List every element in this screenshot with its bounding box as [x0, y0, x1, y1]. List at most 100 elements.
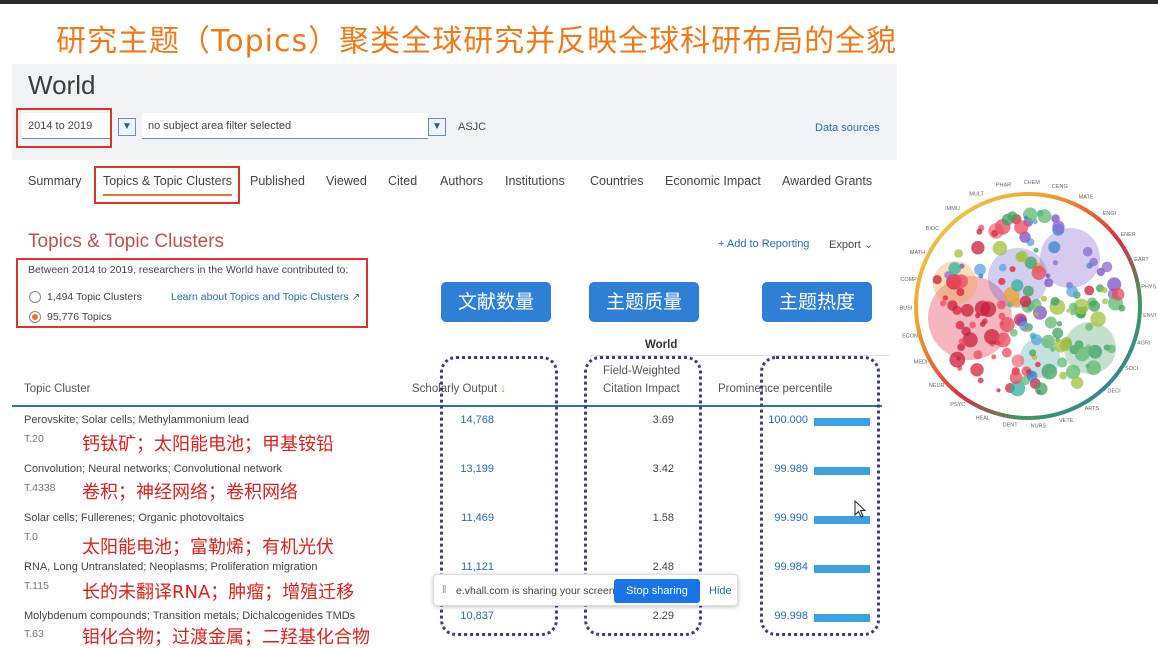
mouse-cursor-icon [854, 500, 866, 518]
row-code: T.20 [24, 433, 44, 445]
wheel-bubble [1102, 298, 1108, 305]
export-label: Export [829, 239, 861, 251]
row-topic[interactable]: Molybdenum compounds; Transition metals;… [24, 610, 355, 622]
wheel-bubble [940, 300, 947, 307]
wheel-bubble [976, 228, 983, 235]
wheel-label: BIOC [926, 226, 939, 232]
wheel-bubble [973, 350, 983, 360]
wheel-bubble [1066, 285, 1078, 298]
wheel-bubble [955, 320, 965, 330]
tab-published[interactable]: Published [250, 174, 305, 188]
row-translation: 钼化合物；过渡金属；二羟基化合物 [82, 627, 370, 648]
tab-countries[interactable]: Countries [590, 174, 644, 188]
row-code: T.63 [24, 628, 44, 640]
wheel-bubble [1007, 211, 1018, 222]
wheel-bubble [1011, 354, 1025, 368]
chevron-down-icon: ⌄ [863, 239, 874, 251]
tab-viewed[interactable]: Viewed [326, 174, 367, 188]
wheel-bubble [991, 354, 997, 360]
wheel-bubble [996, 300, 1006, 310]
drag-handle-icon[interactable]: ‖ [442, 584, 447, 596]
wheel-bubble [970, 363, 984, 377]
subject-filter-select[interactable]: no subject area filter selected [142, 113, 428, 139]
wheel-bubble [960, 303, 974, 317]
wheel-label: PSYC [950, 402, 965, 408]
row-code: T.4338 [24, 482, 56, 494]
wheel-bubble [1011, 279, 1024, 292]
wheel-bubble [1086, 360, 1101, 376]
wheel-bubble [1057, 357, 1068, 368]
wheel-bubble [1101, 287, 1108, 294]
wheel-bubble [962, 332, 978, 348]
topic-wheel-visualization[interactable]: BIOC IMMU MULT PHAR CHEM CENG MATE ENGI ENER EART… [900, 168, 1158, 430]
wheel-bubble [1034, 382, 1048, 396]
wheel-bubble [1026, 370, 1038, 382]
screen-share-bar: ‖ e.vhall.com is sharing your screen. St… [433, 574, 738, 606]
radio-topic-clusters[interactable] [29, 291, 41, 303]
row-translation: 长的未翻译RNA；肿瘤；增殖迁移 [82, 582, 355, 603]
wheel-bubble [1082, 246, 1093, 257]
wheel-label: IMMU [945, 206, 960, 212]
row-topic[interactable]: Convolution; Neural networks; Convolutio… [24, 463, 282, 475]
wheel-bubble [1041, 363, 1058, 380]
wheel-bubble [1111, 287, 1125, 301]
stop-sharing-button[interactable]: Stop sharing [614, 579, 700, 603]
wheel-bubble [1059, 371, 1068, 380]
wheel-label: EART [1134, 257, 1149, 263]
world-header-panel [12, 64, 897, 160]
wheel-label: MULT [969, 191, 984, 197]
wheel-bubble [1088, 300, 1100, 312]
data-sources-link[interactable]: Data sources [815, 122, 880, 134]
wheel-bubble [978, 273, 984, 279]
hide-button[interactable]: Hide [709, 585, 732, 597]
wheel-bubble [1037, 209, 1052, 224]
wheel-bubble [969, 321, 976, 329]
slide-title: 研究主题（Topics）聚类全球研究并反映全球科研布局的全貌 [56, 24, 898, 59]
wheel-label: CHEM [1024, 180, 1041, 186]
row-topic[interactable]: Perovskite; Solar cells; Methylammonium … [24, 414, 249, 426]
wheel-bubble [999, 263, 1007, 272]
wheel-bubble [1054, 339, 1068, 353]
row-translation: 太阳能电池；富勒烯；有机光伏 [82, 537, 334, 558]
wheel-bubble [1089, 257, 1098, 267]
wheel-bubble [956, 287, 965, 297]
wheel-bubble [1030, 298, 1042, 310]
tab-cited[interactable]: Cited [388, 174, 417, 188]
wheel-bubble [1014, 220, 1029, 235]
wheel-bubble [1044, 278, 1054, 288]
export-button[interactable]: Export ⌄ [829, 238, 873, 251]
wheel-label: DENT [1003, 423, 1019, 429]
topics-tab-highlight [94, 166, 240, 204]
wheel-label: NEUR [929, 383, 945, 389]
tab-economic-impact[interactable]: Economic Impact [665, 174, 761, 188]
row-topic[interactable]: Solar cells; Fullerenes; Organic photovo… [24, 512, 244, 524]
wheel-bubble [1019, 295, 1032, 308]
wheel-bubble [954, 249, 963, 258]
learn-topics-link[interactable]: Learn about Topics and Topic Clusters ↗ [171, 291, 360, 303]
wheel-bubble [1096, 267, 1105, 277]
wheel-bubble [1107, 344, 1116, 354]
tab-institutions[interactable]: Institutions [505, 174, 565, 188]
add-to-reporting-link[interactable]: + Add to Reporting [718, 238, 809, 250]
wheel-bubble [1009, 328, 1018, 337]
col-topic-cluster[interactable]: Topic Cluster [24, 383, 90, 395]
wheel-bubble [958, 338, 965, 345]
wheel-bubble [971, 241, 985, 255]
wheel-bubble [998, 312, 1006, 320]
wheel-label: DECI [1108, 388, 1122, 394]
tab-awarded-grants[interactable]: Awarded Grants [782, 174, 872, 188]
row-topic[interactable]: RNA, Long Untranslated; Neoplasms; Proli… [24, 561, 317, 573]
chevron-down-icon[interactable]: ▼ [118, 118, 136, 136]
wheel-bubble [1074, 346, 1090, 362]
wheel-bubbles [928, 207, 1126, 397]
chevron-down-icon[interactable]: ▼ [428, 118, 446, 136]
share-message: e.vhall.com is sharing your screen. [456, 585, 618, 597]
year-range-highlight [16, 108, 112, 148]
section-title: Topics & Topic Clusters [28, 231, 225, 252]
wheel-bubble [1085, 323, 1093, 331]
tab-summary[interactable]: Summary [28, 174, 81, 188]
radio-topics[interactable] [29, 311, 41, 323]
wheel-bubble [1071, 376, 1084, 389]
tab-authors[interactable]: Authors [440, 174, 483, 188]
wheel-bubble [957, 343, 966, 351]
